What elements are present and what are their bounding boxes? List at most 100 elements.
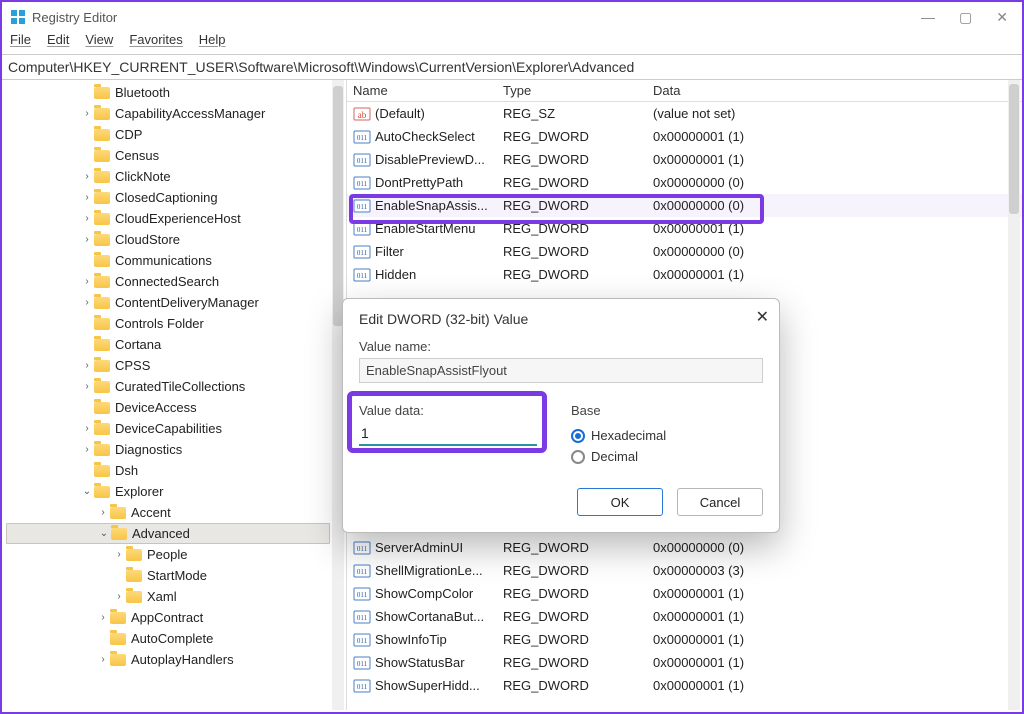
radio-dec-label: Decimal: [591, 449, 638, 464]
menu-help[interactable]: Help: [199, 32, 226, 54]
value-data: 0x00000001 (1): [647, 218, 1022, 239]
tree-expander[interactable]: ⌄: [97, 528, 111, 539]
col-header-type[interactable]: Type: [497, 80, 647, 101]
tree-expander[interactable]: ›: [80, 192, 94, 203]
folder-icon: [94, 171, 110, 183]
tree-item-xaml[interactable]: ›Xaml: [6, 586, 330, 607]
value-row[interactable]: 011FilterREG_DWORD0x00000000 (0): [347, 240, 1022, 263]
value-row[interactable]: 011ShowCortanaBut...REG_DWORD0x00000001 …: [347, 605, 1022, 628]
dialog-close-button[interactable]: ✕: [756, 307, 769, 327]
value-row[interactable]: 011ShowInfoTipREG_DWORD0x00000001 (1): [347, 628, 1022, 651]
value-row[interactable]: 011DontPrettyPathREG_DWORD0x00000000 (0): [347, 171, 1022, 194]
tree-item-people[interactable]: ›People: [6, 544, 330, 565]
value-row[interactable]: ab(Default)REG_SZ(value not set): [347, 102, 1022, 125]
value-row[interactable]: 011ShowStatusBarREG_DWORD0x00000001 (1): [347, 651, 1022, 674]
value-name: AutoCheckSelect: [375, 129, 475, 144]
value-row[interactable]: 011ServerAdminUIREG_DWORD0x00000000 (0): [347, 536, 1022, 559]
tree-expander[interactable]: ›: [112, 549, 126, 560]
dword-value-icon: 011: [353, 539, 371, 557]
tree-item-cloudexperiencehost[interactable]: ›CloudExperienceHost: [6, 208, 330, 229]
col-header-name[interactable]: Name: [347, 80, 497, 101]
tree-item-startmode[interactable]: StartMode: [6, 565, 330, 586]
tree-expander[interactable]: ›: [80, 297, 94, 308]
tree-expander[interactable]: ›: [96, 507, 110, 518]
tree-item-devicecapabilities[interactable]: › DeviceCapabilities: [6, 418, 330, 439]
tree-expander[interactable]: ›: [80, 444, 94, 455]
tree-expander[interactable]: ›: [112, 591, 126, 602]
value-row[interactable]: 011AutoCheckSelectREG_DWORD0x00000001 (1…: [347, 125, 1022, 148]
folder-icon: [94, 255, 110, 267]
tree-expander[interactable]: ›: [80, 234, 94, 245]
tree-expander[interactable]: ›: [80, 360, 94, 371]
value-data: 0x00000001 (1): [647, 652, 1022, 673]
tree-item-cloudstore[interactable]: ›CloudStore: [6, 229, 330, 250]
value-row[interactable]: 011HiddenREG_DWORD0x00000001 (1): [347, 263, 1022, 286]
value-row[interactable]: 011ShowCompColorREG_DWORD0x00000001 (1): [347, 582, 1022, 605]
value-name-field[interactable]: EnableSnapAssistFlyout: [359, 358, 763, 383]
folder-icon: [110, 507, 126, 519]
tree-item-clicknote[interactable]: ›ClickNote: [6, 166, 330, 187]
tree-item-deviceaccess[interactable]: DeviceAccess: [6, 397, 330, 418]
address-bar[interactable]: Computer\HKEY_CURRENT_USER\Software\Micr…: [2, 54, 1022, 80]
value-name: ShowInfoTip: [375, 632, 447, 647]
tree-expander[interactable]: ›: [80, 171, 94, 182]
value-data: 0x00000001 (1): [647, 583, 1022, 604]
radio-decimal[interactable]: Decimal: [571, 449, 763, 464]
tree-item-label: Controls Folder: [115, 316, 204, 331]
tree-item-cpss[interactable]: ›CPSS: [6, 355, 330, 376]
value-row[interactable]: 011EnableStartMenuREG_DWORD0x00000001 (1…: [347, 217, 1022, 240]
menu-edit[interactable]: Edit: [47, 32, 69, 54]
tree-item-explorer[interactable]: ⌄Explorer: [6, 481, 330, 502]
ok-button[interactable]: OK: [577, 488, 663, 516]
values-scrollbar[interactable]: [1008, 80, 1020, 710]
tree-expander[interactable]: ›: [80, 381, 94, 392]
tree-item-label: AutoplayHandlers: [131, 652, 234, 667]
tree-item-cortana[interactable]: Cortana: [6, 334, 330, 355]
tree-expander[interactable]: ›: [80, 108, 94, 119]
value-name: Hidden: [375, 267, 416, 282]
cancel-button[interactable]: Cancel: [677, 488, 763, 516]
value-data: 0x00000001 (1): [647, 149, 1022, 170]
tree-item-advanced[interactable]: ⌄Advanced: [6, 523, 330, 544]
tree-expander[interactable]: ⌄: [80, 486, 94, 497]
svg-text:011: 011: [357, 614, 368, 622]
tree-item-curatedtilecollections[interactable]: ›CuratedTileCollections: [6, 376, 330, 397]
value-name: (Default): [375, 106, 425, 121]
tree-item-diagnostics[interactable]: ›Diagnostics: [6, 439, 330, 460]
col-header-data[interactable]: Data: [647, 80, 1022, 101]
tree-item-connectedsearch[interactable]: ›ConnectedSearch: [6, 271, 330, 292]
menu-file[interactable]: File: [10, 32, 31, 54]
tree-item-label: DeviceCapabilities: [115, 421, 222, 436]
radio-hexadecimal[interactable]: Hexadecimal: [571, 428, 763, 443]
minimize-button[interactable]: —: [921, 10, 935, 24]
tree-item-census[interactable]: Census: [6, 145, 330, 166]
svg-text:011: 011: [357, 203, 368, 211]
tree-item-closedcaptioning[interactable]: ›ClosedCaptioning: [6, 187, 330, 208]
tree-expander[interactable]: ›: [80, 276, 94, 287]
tree-item-dsh[interactable]: Dsh: [6, 460, 330, 481]
tree-item-autocomplete[interactable]: AutoComplete: [6, 628, 330, 649]
tree-item-controls-folder[interactable]: Controls Folder: [6, 313, 330, 334]
value-row[interactable]: 011EnableSnapAssis...REG_DWORD0x00000000…: [347, 194, 1022, 217]
tree-expander[interactable]: ›: [96, 612, 110, 623]
tree-item-cdp[interactable]: CDP: [6, 124, 330, 145]
tree-expander[interactable]: ›: [80, 213, 94, 224]
tree-item-communications[interactable]: Communications: [6, 250, 330, 271]
tree-item-autoplayhandlers[interactable]: › AutoplayHandlers: [6, 649, 330, 670]
menu-favorites[interactable]: Favorites: [129, 32, 182, 54]
value-data-input[interactable]: [359, 422, 537, 446]
tree-item-accent[interactable]: ›Accent: [6, 502, 330, 523]
tree-item-contentdeliverymanager[interactable]: ›ContentDeliveryManager: [6, 292, 330, 313]
tree-item-bluetooth[interactable]: Bluetooth: [6, 82, 330, 103]
menu-view[interactable]: View: [85, 32, 113, 54]
value-row[interactable]: 011DisablePreviewD...REG_DWORD0x00000001…: [347, 148, 1022, 171]
tree-expander[interactable]: ›: [96, 654, 110, 665]
maximize-button[interactable]: ▢: [959, 10, 972, 24]
value-row[interactable]: 011ShellMigrationLe...REG_DWORD0x0000000…: [347, 559, 1022, 582]
close-button[interactable]: ✕: [996, 10, 1008, 24]
tree-item-appcontract[interactable]: ›AppContract: [6, 607, 330, 628]
dword-value-icon: 011: [353, 243, 371, 261]
tree-expander[interactable]: ›: [80, 423, 94, 434]
value-row[interactable]: 011ShowSuperHidd...REG_DWORD0x00000001 (…: [347, 674, 1022, 697]
tree-item-capabilityaccessmanager[interactable]: ›CapabilityAccessManager: [6, 103, 330, 124]
